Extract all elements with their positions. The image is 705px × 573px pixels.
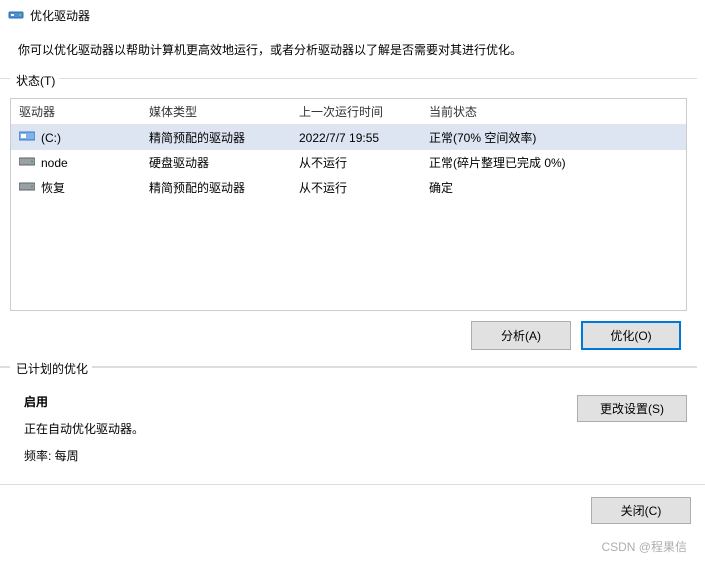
media-type: 精简预配的驱动器: [141, 125, 291, 150]
drive-list: 驱动器 媒体类型 上一次运行时间 当前状态 (C:) 精简预配的驱动器 2022…: [10, 98, 687, 311]
optimize-button[interactable]: 优化(O): [581, 321, 681, 350]
drive-name: 恢复: [41, 179, 65, 196]
status-group: 状态(T) 驱动器 媒体类型 上一次运行时间 当前状态 (C:) 精简预配的驱动…: [0, 78, 697, 367]
schedule-desc: 正在自动优化驱动器。: [24, 420, 144, 437]
header-last-run[interactable]: 上一次运行时间: [291, 99, 421, 124]
current-status: 确定: [421, 175, 686, 200]
last-run: 从不运行: [291, 150, 421, 175]
header-drive[interactable]: 驱动器: [11, 99, 141, 124]
app-icon: [8, 6, 24, 25]
schedule-group-label: 已计划的优化: [10, 362, 92, 376]
status-buttons: 分析(A) 优化(O): [10, 311, 687, 354]
schedule-frequency: 频率: 每周: [24, 447, 144, 464]
current-status: 正常(70% 空间效率): [421, 125, 686, 150]
last-run: 从不运行: [291, 175, 421, 200]
schedule-text: 启用 正在自动优化驱动器。 频率: 每周: [10, 389, 144, 474]
title-bar: 优化驱动器: [0, 0, 705, 31]
list-header: 驱动器 媒体类型 上一次运行时间 当前状态: [11, 99, 686, 125]
drive-name: (C:): [41, 131, 61, 145]
header-media[interactable]: 媒体类型: [141, 99, 291, 124]
drive-c-icon: [19, 129, 35, 146]
drive-row[interactable]: 恢复 精简预配的驱动器 从不运行 确定: [11, 175, 686, 200]
drive-hdd-icon: [19, 154, 35, 171]
schedule-enabled-label: 启用: [24, 393, 144, 410]
watermark: CSDN @程果信: [601, 538, 687, 555]
last-run: 2022/7/7 19:55: [291, 127, 421, 149]
media-type: 硬盘驱动器: [141, 150, 291, 175]
current-status: 正常(碎片整理已完成 0%): [421, 150, 686, 175]
media-type: 精简预配的驱动器: [141, 175, 291, 200]
change-settings-button[interactable]: 更改设置(S): [577, 395, 687, 422]
drive-hdd-icon: [19, 179, 35, 196]
status-group-label: 状态(T): [10, 74, 59, 88]
header-current-status[interactable]: 当前状态: [421, 99, 686, 124]
drive-name: node: [41, 156, 68, 170]
close-button[interactable]: 关闭(C): [591, 497, 691, 524]
description-text: 你可以优化驱动器以帮助计算机更高效地运行，或者分析驱动器以了解是否需要对其进行优…: [0, 31, 705, 78]
schedule-group: 已计划的优化 启用 正在自动优化驱动器。 频率: 每周 更改设置(S): [0, 367, 697, 484]
analyze-button[interactable]: 分析(A): [471, 321, 571, 350]
footer-bar: 关闭(C): [0, 484, 705, 534]
drive-row[interactable]: node 硬盘驱动器 从不运行 正常(碎片整理已完成 0%): [11, 150, 686, 175]
list-body: (C:) 精简预配的驱动器 2022/7/7 19:55 正常(70% 空间效率…: [11, 125, 686, 200]
drive-row[interactable]: (C:) 精简预配的驱动器 2022/7/7 19:55 正常(70% 空间效率…: [11, 125, 686, 150]
window-title: 优化驱动器: [30, 7, 90, 24]
